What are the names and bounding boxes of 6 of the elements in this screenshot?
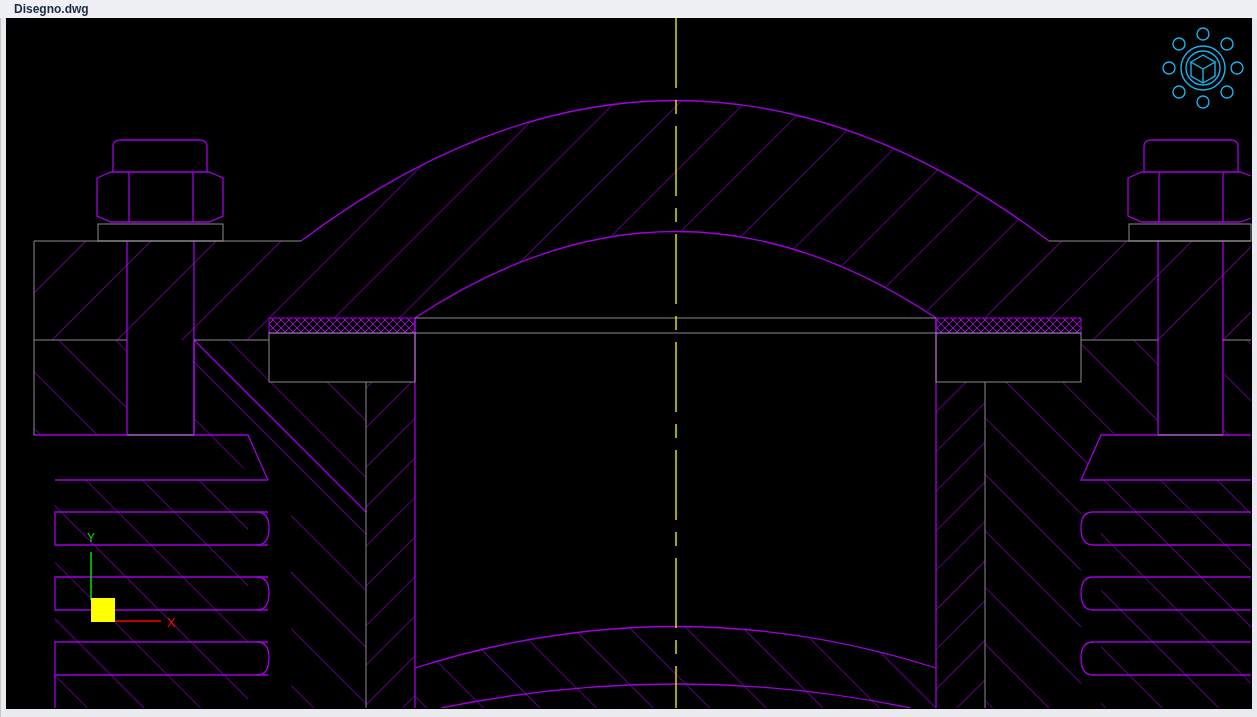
x-axis-label: X (167, 615, 176, 630)
window-title: Disegno.dwg (14, 1, 89, 18)
drawing-canvas[interactable]: Y X (6, 18, 1252, 709)
view-cube-icon[interactable] (1162, 27, 1244, 109)
y-axis-label: Y (87, 531, 95, 545)
ucs-axes-icon (90, 551, 162, 622)
